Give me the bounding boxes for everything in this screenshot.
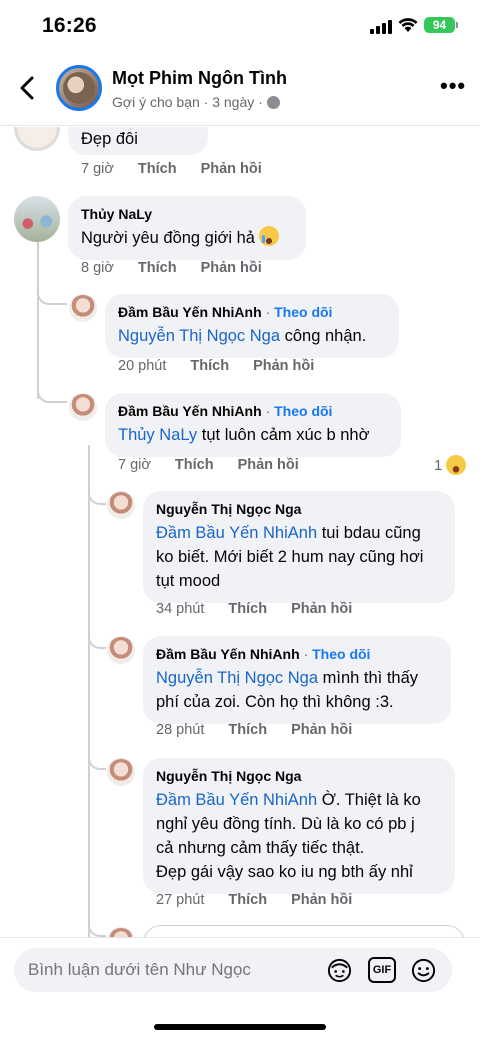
reply-button[interactable]: Phản hồi <box>291 892 352 908</box>
status-time: 16:26 <box>42 14 97 37</box>
thread-connector <box>88 621 106 649</box>
comment-author[interactable]: Nguyễn Thị Ngọc Nga <box>156 767 442 785</box>
comment-text: Thủy NaLy tụt luôn cảm xúc b nhờ <box>118 426 370 444</box>
comment-actions: 8 giờ Thích Phản hồi <box>81 260 262 276</box>
like-button[interactable]: Thích <box>228 722 267 738</box>
comment-actions: 7 giờ Thích Phản hồi <box>118 457 299 473</box>
follow-button[interactable]: Theo dõi <box>274 304 332 320</box>
comment-time: 27 phút <box>156 892 205 908</box>
comment-bubble: Đẹp đôi <box>68 127 208 155</box>
comment-text: Người yêu đồng giới hả <box>81 226 293 250</box>
thread-connector <box>88 909 106 937</box>
reaction-count: 1 <box>434 456 443 474</box>
home-indicator <box>154 1024 326 1030</box>
comment-actions: 34 phút Thích Phản hồi <box>156 601 352 617</box>
comment-bubble <box>143 925 465 937</box>
comment-bubble: Đầm Bầu Yến NhiAnh · Theo dõi Nguyễn Thị… <box>105 294 399 358</box>
mention-link[interactable]: Đầm Bầu Yến NhiAnh <box>156 524 317 542</box>
reply-button[interactable]: Phản hồi <box>201 260 262 276</box>
comment-author: Đầm Bầu Yến NhiAnh · Theo dõi <box>118 304 333 320</box>
comment-author[interactable]: Thủy NaLy <box>81 205 293 223</box>
avatar[interactable] <box>107 636 135 664</box>
like-button[interactable]: Thích <box>138 161 177 177</box>
comment-bubble: Đầm Bầu Yến NhiAnh · Theo dõi Thủy NaLy … <box>105 393 401 457</box>
comment-thread: Đẹp đôi 7 giờ Thích Phản hồi Thủy NaLy N… <box>0 127 480 937</box>
reply-button[interactable]: Phản hồi <box>291 722 352 738</box>
comment-bubble: Thủy NaLy Người yêu đồng giới hả <box>68 196 306 260</box>
thread-connector <box>37 277 67 305</box>
comment-author: Đầm Bầu Yến NhiAnh · Theo dõi <box>118 403 333 419</box>
comment-text: Đầm Bầu Yến NhiAnh tui bdau cũng ko biết… <box>156 524 424 590</box>
battery-tip <box>456 22 458 28</box>
avatar[interactable] <box>14 127 60 151</box>
comment-time: 8 giờ <box>81 260 114 276</box>
comment-author: Đầm Bầu Yến NhiAnh · Theo dõi <box>156 646 371 662</box>
thread-line <box>88 445 90 937</box>
page-avatar[interactable] <box>56 65 102 111</box>
gif-label: GIF <box>372 964 392 976</box>
follow-button[interactable]: Theo dõi <box>312 646 370 662</box>
more-options-icon[interactable]: ••• <box>440 75 466 97</box>
status-bar: 16:26 94 <box>0 0 480 54</box>
page-name[interactable]: Mọt Phim Ngôn Tình <box>112 68 287 89</box>
page-subtitle: Gợi ý cho bạn · 3 ngày · <box>112 94 280 110</box>
comment-time: 7 giờ <box>118 457 151 473</box>
crying-emoji-icon <box>258 226 279 246</box>
globe-icon <box>266 95 280 109</box>
comment-bubble: Nguyễn Thị Ngọc Nga Đầm Bầu Yến NhiAnh Ờ… <box>143 758 455 894</box>
comment-actions: 20 phút Thích Phản hồi <box>118 358 314 374</box>
like-button[interactable]: Thích <box>190 358 229 374</box>
like-button[interactable]: Thích <box>228 601 267 617</box>
avatar[interactable] <box>14 196 60 242</box>
comment-actions: 27 phút Thích Phản hồi <box>156 892 352 908</box>
comment-actions: 28 phút Thích Phản hồi <box>156 722 352 738</box>
avatar-sticker-icon[interactable] <box>326 957 353 984</box>
emoji-icon[interactable] <box>410 957 437 984</box>
subtitle-text: Gợi ý cho bạn · 3 ngày · <box>112 94 263 110</box>
thread-connector <box>37 375 67 403</box>
gif-button[interactable]: GIF <box>368 957 396 983</box>
comment-time: 28 phút <box>156 722 205 738</box>
wifi-icon <box>398 18 418 32</box>
back-arrow-icon[interactable] <box>16 74 40 102</box>
comment-text: Nguyễn Thị Ngọc Nga công nhận. <box>118 327 367 345</box>
mention-link[interactable]: Thủy NaLy <box>118 426 197 444</box>
avatar[interactable] <box>69 294 97 322</box>
comment-text: Nguyễn Thị Ngọc Nga mình thì thấy phí củ… <box>156 669 419 711</box>
like-button[interactable]: Thích <box>138 260 177 276</box>
comment-input-box[interactable]: GIF <box>14 948 452 992</box>
signal-icon <box>370 20 392 34</box>
battery-icon: 94 <box>424 17 455 33</box>
reaction-summary[interactable]: 1 <box>434 455 467 475</box>
comment-time: 34 phút <box>156 601 205 617</box>
comment-author[interactable]: Nguyễn Thị Ngọc Nga <box>156 500 442 518</box>
thread-connector <box>88 742 106 770</box>
reply-button[interactable]: Phản hồi <box>238 457 299 473</box>
mention-link[interactable]: Đầm Bầu Yến NhiAnh <box>156 791 317 809</box>
reply-button[interactable]: Phản hồi <box>291 601 352 617</box>
comment-actions: 7 giờ Thích Phản hồi <box>81 161 262 177</box>
mention-link[interactable]: Nguyễn Thị Ngọc Nga <box>118 327 280 345</box>
comment-text: Đầm Bầu Yến NhiAnh Ờ. Thiệt là ko nghỉ y… <box>156 791 421 881</box>
post-header: Mọt Phim Ngôn Tình Gợi ý cho bạn · 3 ngà… <box>0 54 480 126</box>
like-button[interactable]: Thích <box>175 457 214 473</box>
comment-composer: GIF <box>0 937 480 1039</box>
comment-bubble: Đầm Bầu Yến NhiAnh · Theo dõi Nguyễn Thị… <box>143 636 451 724</box>
avatar[interactable] <box>107 758 135 786</box>
follow-button[interactable]: Theo dõi <box>274 403 332 419</box>
haha-reaction-icon <box>446 455 467 475</box>
comment-bubble: Nguyễn Thị Ngọc Nga Đầm Bầu Yến NhiAnh t… <box>143 491 455 603</box>
avatar <box>107 927 135 937</box>
avatar[interactable] <box>107 491 135 519</box>
thread-connector <box>88 479 106 505</box>
like-button[interactable]: Thích <box>228 892 267 908</box>
comment-time: 20 phút <box>118 358 167 374</box>
mention-link[interactable]: Nguyễn Thị Ngọc Nga <box>156 669 318 687</box>
avatar[interactable] <box>69 393 97 421</box>
comment-text: Đẹp đôi <box>81 130 138 148</box>
reply-button[interactable]: Phản hồi <box>201 161 262 177</box>
comment-input[interactable] <box>28 960 328 980</box>
reply-button[interactable]: Phản hồi <box>253 358 314 374</box>
comment-time: 7 giờ <box>81 161 114 177</box>
